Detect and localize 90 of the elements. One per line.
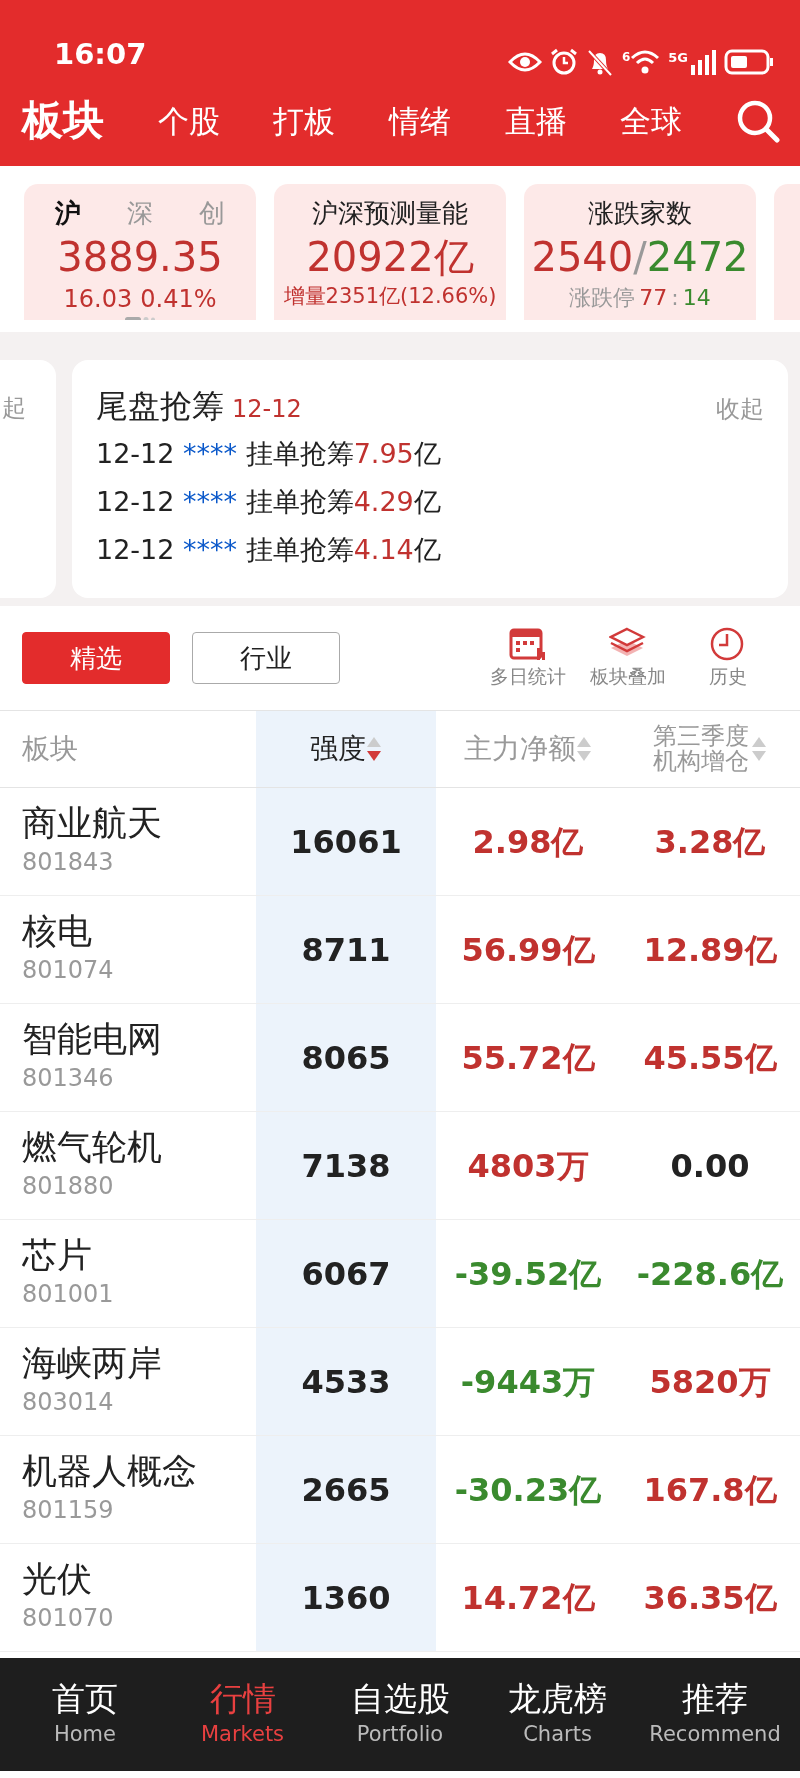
feed-title: 尾盘抢筹 (96, 386, 224, 427)
decliners-count: 2472 (646, 233, 749, 281)
signal-icon (690, 49, 716, 75)
wifi-icon (630, 49, 661, 75)
feed-item: 12-12 **** 挂单抢筹7.95亿 (96, 437, 442, 471)
institution-change-value: 36.35亿 (643, 1577, 777, 1619)
sector-code: 801159 (22, 1494, 115, 1526)
sector-code: 801346 (22, 1062, 115, 1094)
eye-icon (507, 50, 542, 74)
header-tab[interactable]: 直播 (504, 97, 567, 145)
net-inflow-value: -39.52亿 (454, 1253, 602, 1295)
volume-card[interactable]: 沪深预测量能 20922亿 增量2351亿(12.66%) (274, 184, 506, 320)
wifi-label: 6 (621, 49, 631, 66)
header-tab[interactable]: 情绪 (388, 97, 451, 145)
institution-change-value: 12.89亿 (643, 929, 777, 971)
net-inflow-value: 56.99亿 (461, 929, 595, 971)
breadth-title: 涨跌家数 (587, 197, 693, 230)
search-icon (735, 99, 780, 143)
index-change: 16.03 (63, 284, 133, 315)
sector-code: 801001 (22, 1278, 115, 1310)
sector-name[interactable]: 核电 (22, 911, 256, 952)
header-tab[interactable]: 板块 (22, 90, 104, 152)
status-time: 16:07 (54, 35, 147, 73)
index-card[interactable]: 沪 深 创 3889.35 16.03 0.41% (24, 184, 256, 320)
feed-item: 12-12 **** 挂单抢筹4.29亿 (96, 485, 442, 519)
net-inflow-value: 14.72亿 (461, 1577, 595, 1619)
muted-bell-icon (585, 48, 614, 76)
net-inflow-value: 55.72亿 (461, 1037, 595, 1079)
nav-tab[interactable]: 龙虎榜 Charts (482, 1678, 633, 1751)
limit-down-count: 14 (682, 284, 711, 312)
strength-value: 8711 (301, 929, 391, 971)
nav-tab[interactable]: 首页 Home (10, 1678, 160, 1751)
toolbar-button[interactable]: 历史 (678, 625, 778, 691)
net-inflow-value: -30.23亿 (454, 1469, 602, 1511)
feed-item: 12-12 **** 挂单抢筹4.14亿 (96, 533, 442, 567)
sector-name[interactable]: 燃气轮机 (22, 1127, 256, 1168)
sector-name[interactable]: 机器人概念 (22, 1451, 256, 1492)
sector-name[interactable]: 智能电网 (22, 1019, 256, 1060)
strength-value: 6067 (301, 1253, 391, 1295)
institution-change-value: 167.8亿 (643, 1469, 777, 1511)
column-header[interactable]: 强度 (310, 734, 366, 764)
strength-value: 1360 (301, 1577, 391, 1619)
volume-title: 沪深预测量能 (311, 197, 469, 230)
sector-name[interactable]: 光伏 (22, 1559, 256, 1600)
sector-code: 801074 (22, 954, 115, 986)
separator: / (633, 233, 647, 281)
institution-change-value: 0.00 (670, 1145, 750, 1187)
index-percent: 0.41% (140, 284, 217, 315)
alarm-icon (549, 48, 578, 76)
institution-change-value: -228.6亿 (636, 1253, 784, 1295)
segment-button[interactable]: 行业 (192, 632, 340, 684)
sector-code: 801843 (22, 846, 115, 878)
index-tab[interactable]: 沪 (55, 194, 81, 233)
institution-change-value: 45.55亿 (643, 1037, 777, 1079)
network-label: 5G (668, 49, 688, 67)
nav-tab[interactable]: 推荐 Recommend (640, 1678, 790, 1751)
battery-icon (724, 49, 774, 75)
volume-value: 20922亿 (305, 233, 475, 281)
sector-code: 801070 (22, 1602, 115, 1634)
toolbar-button[interactable]: 多日统计 (478, 625, 578, 691)
sector-name[interactable]: 芯片 (22, 1235, 256, 1276)
volume-note: 增量2351亿(12.66%) (282, 283, 498, 310)
nav-tab[interactable]: 自选股 Portfolio (325, 1678, 475, 1751)
nav-tab[interactable]: 行情 Markets (167, 1678, 318, 1751)
segment-button[interactable]: 精选 (22, 632, 170, 684)
separator: : (671, 284, 679, 312)
feed-date: 12-12 (232, 394, 302, 425)
sector-name[interactable]: 海峡两岸 (22, 1343, 256, 1384)
net-inflow-value: -9443万 (460, 1361, 596, 1403)
header-tab[interactable]: 全球 (620, 97, 683, 145)
sector-code: 801880 (22, 1170, 115, 1202)
header-tab[interactable]: 个股 (157, 97, 220, 145)
strength-value: 8065 (301, 1037, 391, 1079)
strength-value: 2665 (301, 1469, 391, 1511)
limit-label: 涨跌停 (569, 284, 636, 312)
sector-name[interactable]: 商业航天 (22, 803, 256, 844)
strength-value: 4533 (301, 1361, 391, 1403)
sector-code: 803014 (22, 1386, 115, 1418)
strength-value: 16061 (290, 821, 402, 863)
index-value: 3889.35 (57, 233, 223, 281)
net-inflow-value: 2.98亿 (472, 821, 584, 863)
net-inflow-value: 4803万 (467, 1145, 589, 1187)
strength-value: 7138 (301, 1145, 391, 1187)
institution-change-value: 3.28亿 (654, 821, 766, 863)
institution-change-value: 5820万 (649, 1361, 771, 1403)
breadth-card[interactable]: 涨跌家数 2540/2472 涨跌停 77 : 14 (524, 184, 756, 320)
toolbar-button[interactable]: 板块叠加 (578, 625, 678, 691)
limit-up-count: 77 (639, 284, 668, 312)
advancers-count: 2540 (531, 233, 634, 281)
header-tab[interactable]: 打板 (273, 97, 336, 145)
